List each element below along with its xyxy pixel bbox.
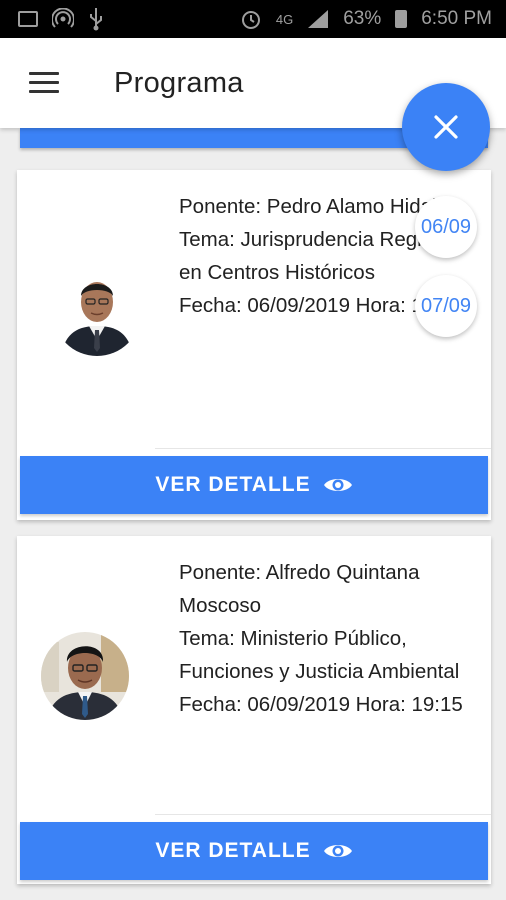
- view-detail-label: VER DETALLE: [155, 839, 311, 862]
- network-type: 4G: [275, 11, 294, 27]
- date-chip-0609[interactable]: 06/09: [415, 196, 477, 258]
- view-detail-button[interactable]: VER DETALLE: [20, 822, 488, 880]
- session-datetime: Fecha: 06/09/2019 Hora: 19:15: [179, 693, 463, 716]
- close-fab-button[interactable]: [402, 83, 490, 171]
- hotspot-icon: [52, 8, 74, 28]
- card-divider: [155, 448, 491, 449]
- session-topic: Tema: Ministerio Público, Funciones y Ju…: [179, 627, 460, 683]
- battery-percent: 63%: [343, 8, 382, 29]
- speaker-avatar: [53, 268, 141, 356]
- speaker-name: Ponente: Alfredo Quintana Moscoso: [179, 561, 420, 617]
- status-bar: 4G 63% 6:50 PM: [0, 0, 506, 38]
- date-chip-0709[interactable]: 07/09: [415, 275, 477, 337]
- usb-icon: [90, 8, 102, 31]
- close-icon: [434, 115, 458, 139]
- session-card: Ponente: Alfredo Quintana Moscoso Tema: …: [17, 536, 491, 884]
- menu-icon[interactable]: [29, 72, 59, 94]
- gallery-notification-icon: [18, 11, 38, 27]
- session-info: Ponente: Alfredo Quintana Moscoso Tema: …: [179, 556, 469, 721]
- view-detail-label: VER DETALLE: [155, 473, 311, 496]
- eye-icon: [323, 845, 352, 857]
- clock: 6:50 PM: [421, 8, 492, 29]
- alarm-icon: [241, 11, 260, 29]
- battery-icon: [395, 10, 408, 28]
- eye-icon: [323, 479, 352, 491]
- view-detail-button[interactable]: VER DETALLE: [20, 456, 488, 514]
- card-divider: [155, 814, 491, 815]
- signal-icon: [308, 10, 329, 28]
- speaker-avatar: [41, 632, 129, 720]
- page-title: Programa: [114, 66, 244, 99]
